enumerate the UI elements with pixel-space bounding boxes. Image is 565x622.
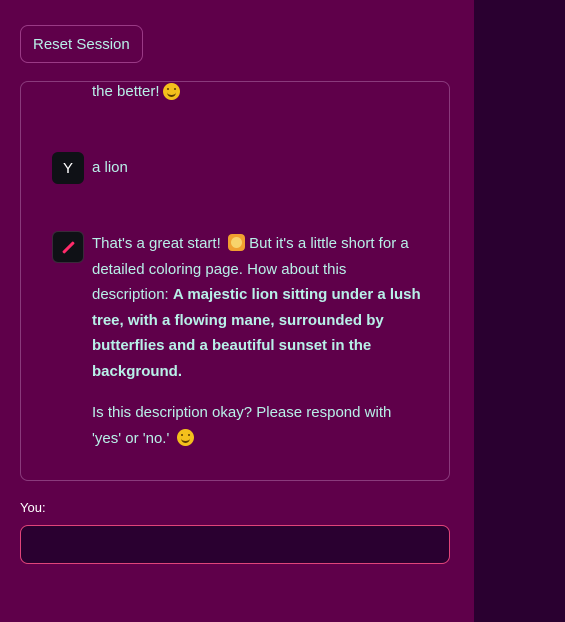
smiling-face-icon <box>162 83 180 101</box>
chat-history[interactable]: the better! Y a lion That's a great star… <box>20 81 450 481</box>
user-avatar-letter: Y <box>62 159 73 177</box>
reset-session-button[interactable]: Reset Session <box>20 25 143 63</box>
assistant-message: That's a great start! But it's a little … <box>92 231 422 451</box>
assistant-question: Is this description okay? Please respond… <box>92 404 392 447</box>
user-message: a lion <box>92 155 128 181</box>
right-sidebar <box>474 0 565 622</box>
smiling-face-icon <box>176 428 194 446</box>
input-label: You: <box>20 500 46 515</box>
previous-message-fragment: the better! <box>92 82 180 105</box>
user-avatar: Y <box>52 152 84 184</box>
assistant-intro: That's a great start! <box>92 235 221 252</box>
main-panel: Reset Session the better! Y a lion That'… <box>0 0 474 622</box>
assistant-avatar <box>52 231 84 263</box>
pencil-icon <box>61 240 75 254</box>
fragment-text: the better! <box>92 83 160 100</box>
assistant-paragraph-1: That's a great start! But it's a little … <box>92 231 422 384</box>
assistant-paragraph-2: Is this description okay? Please respond… <box>92 400 422 451</box>
lion-face-icon <box>227 234 245 251</box>
user-message-text: a lion <box>92 159 128 176</box>
chat-input[interactable] <box>20 525 450 564</box>
